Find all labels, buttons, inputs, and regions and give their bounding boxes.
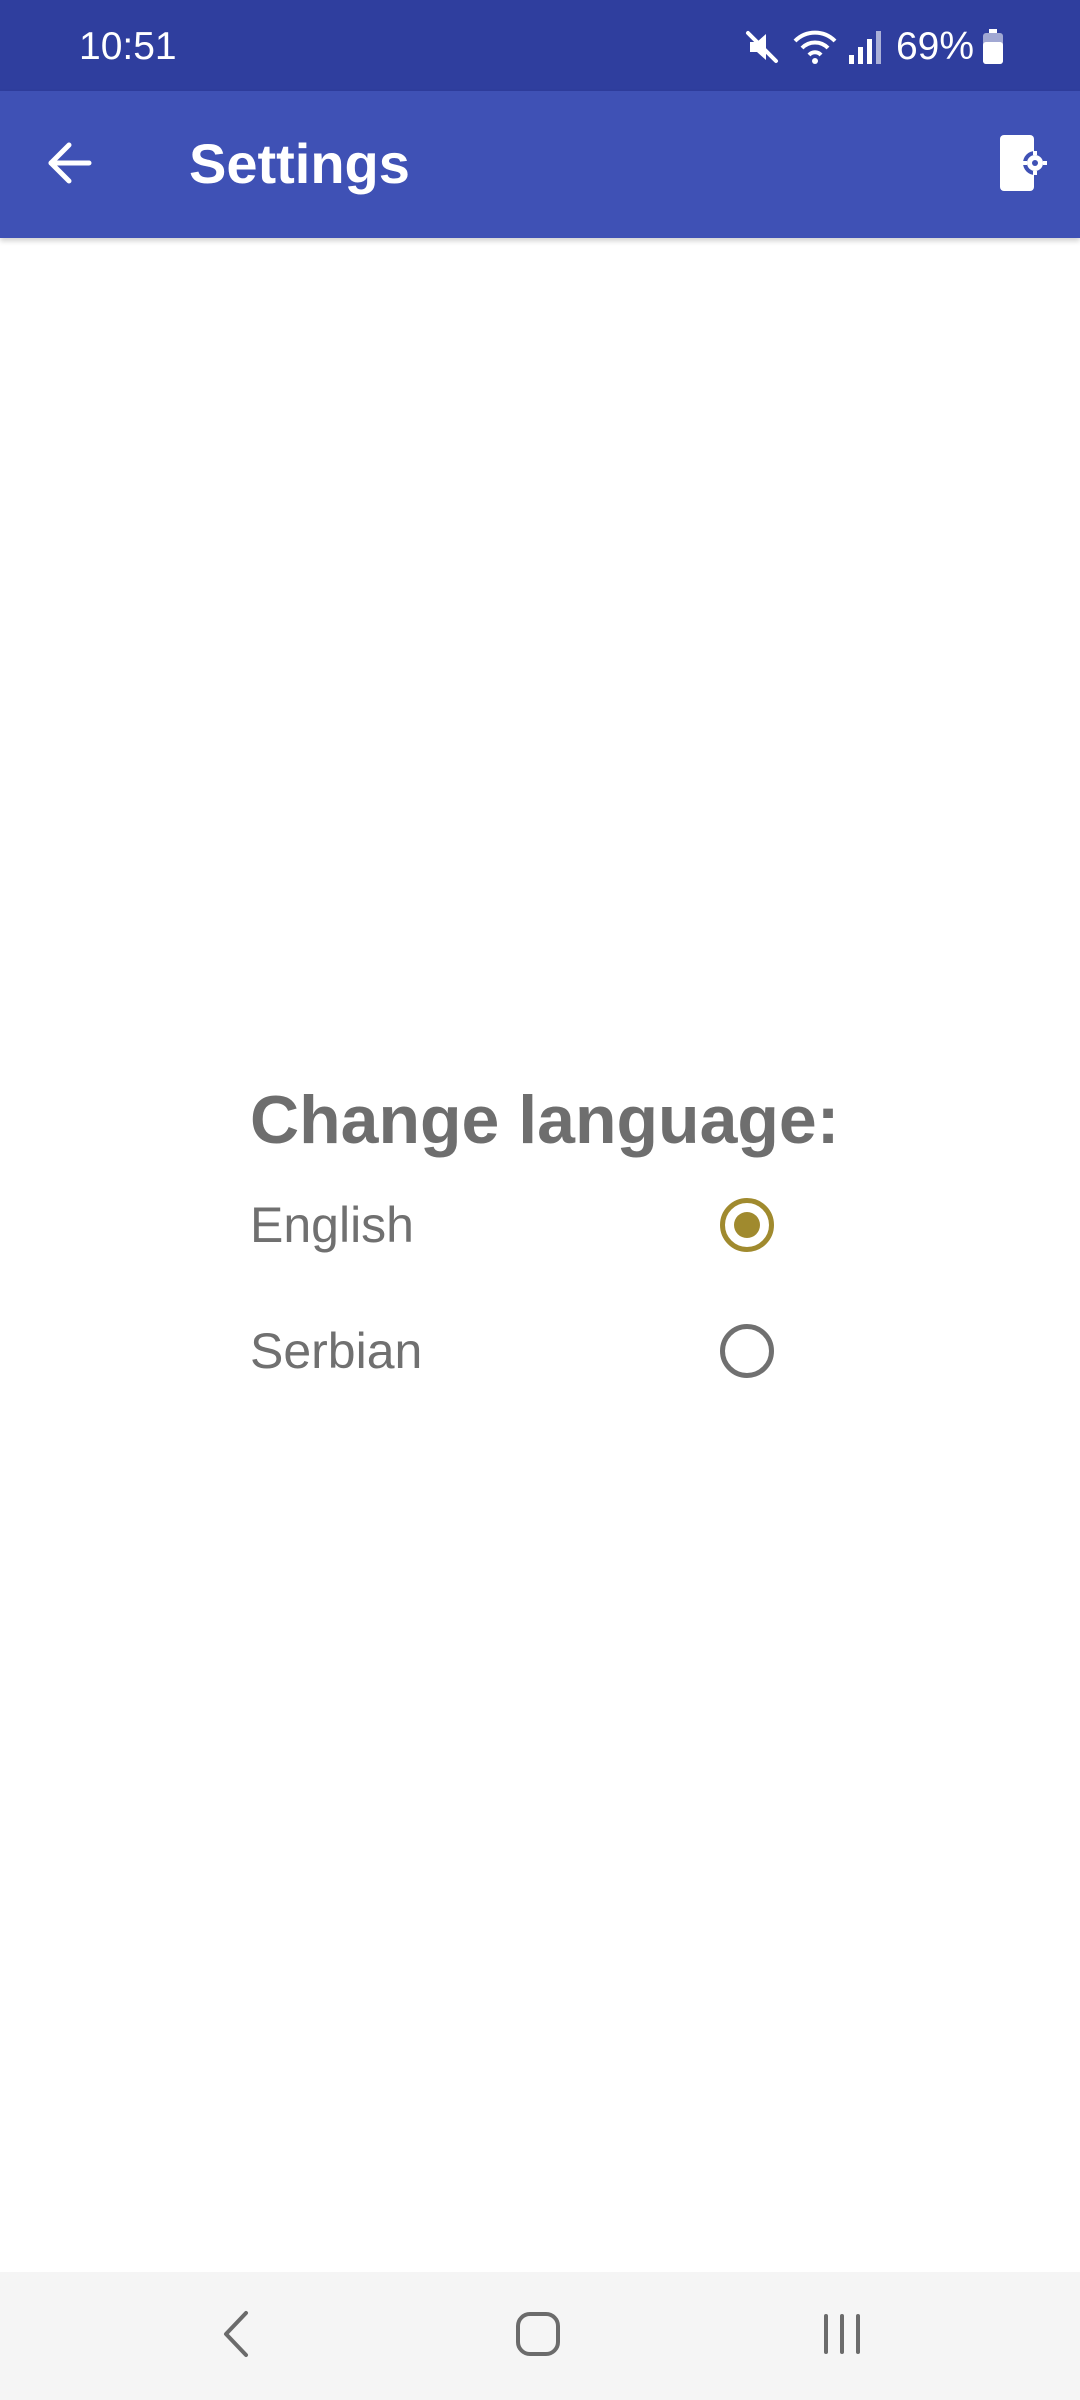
- status-bar: 10:51 69%: [0, 0, 1080, 91]
- language-section: Change language: English Serbian: [250, 1075, 850, 1417]
- option-label: English: [250, 1197, 414, 1253]
- nav-back-icon: [216, 2309, 256, 2364]
- back-button[interactable]: [30, 125, 110, 205]
- battery-icon: [982, 29, 1004, 65]
- language-option-serbian[interactable]: Serbian: [250, 1291, 790, 1417]
- nav-home-button[interactable]: [488, 2296, 588, 2376]
- wifi-icon: [792, 27, 838, 67]
- language-option-english[interactable]: English: [250, 1165, 790, 1291]
- option-label: Serbian: [250, 1323, 423, 1379]
- signal-icon: [846, 27, 882, 67]
- nav-recents-button[interactable]: [792, 2296, 892, 2376]
- device-settings-icon: [997, 133, 1047, 198]
- mute-icon: [742, 27, 782, 67]
- device-settings-button[interactable]: [982, 125, 1062, 205]
- section-title: Change language:: [250, 1082, 840, 1158]
- app-bar: Settings: [0, 91, 1080, 238]
- radio-english[interactable]: [720, 1198, 774, 1252]
- status-icons: 69%: [742, 20, 1004, 74]
- radio-serbian[interactable]: [720, 1324, 774, 1378]
- status-time: 10:51: [79, 25, 177, 68]
- nav-back-button[interactable]: [186, 2296, 286, 2376]
- arrow-back-icon: [47, 140, 93, 191]
- battery-percent: 69%: [895, 25, 974, 68]
- nav-home-icon: [514, 2310, 562, 2363]
- system-nav-bar: [0, 2272, 1080, 2400]
- nav-recents-icon: [819, 2311, 865, 2362]
- page-title: Settings: [189, 132, 410, 195]
